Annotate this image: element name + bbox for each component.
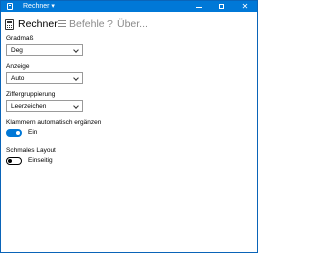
app-icon — [7, 3, 13, 10]
toggle-knob — [16, 131, 20, 135]
klammern-label: Klammern automatisch ergänzen — [6, 119, 102, 126]
klammern-toggle[interactable] — [6, 129, 22, 137]
ziffergruppierung-dropdown[interactable]: Leerzeichen — [6, 100, 83, 112]
nav-item-label: Befehle — [69, 18, 105, 30]
chevron-down-icon — [73, 75, 79, 81]
gradmass-dropdown[interactable]: Deg — [6, 44, 83, 56]
app-window: Rechner ▾ ✕ Rechner Befehle ? Über... Gr… — [0, 0, 258, 253]
maximize-button[interactable] — [211, 1, 233, 12]
nav-item-befehle[interactable]: Befehle — [58, 17, 105, 31]
minimize-button[interactable] — [188, 1, 210, 12]
nav-item-ueber[interactable]: ? Über... — [107, 17, 148, 31]
schmales-layout-toggle[interactable] — [6, 157, 22, 165]
ziffergruppierung-label: Ziffergruppierung — [6, 91, 56, 98]
anzeige-dropdown[interactable]: Auto — [6, 72, 83, 84]
ziffergruppierung-value: Leerzeichen — [11, 103, 47, 110]
minimize-icon — [196, 7, 202, 8]
klammern-state-label: Ein — [28, 129, 38, 136]
title-bar[interactable]: Rechner ▾ ✕ — [1, 1, 257, 12]
question-icon: ? — [107, 18, 113, 30]
close-button[interactable]: ✕ — [234, 1, 256, 12]
gradmass-value: Deg — [11, 47, 23, 54]
chevron-down-icon — [73, 103, 79, 109]
nav-item-rechner[interactable]: Rechner — [5, 17, 58, 31]
chevron-down-icon — [73, 47, 79, 53]
list-icon — [58, 20, 66, 27]
toggle-knob — [8, 159, 12, 163]
calculator-icon — [5, 19, 14, 30]
schmales-layout-label: Schmales Layout — [6, 147, 56, 154]
close-icon: ✕ — [241, 2, 249, 11]
nav-item-label: Rechner — [18, 18, 58, 30]
schmales-layout-state-label: Einseitig — [28, 157, 53, 164]
window-title[interactable]: Rechner ▾ — [23, 2, 55, 11]
anzeige-label: Anzeige — [6, 63, 30, 70]
anzeige-value: Auto — [11, 75, 25, 82]
maximize-icon — [219, 4, 224, 9]
gradmass-label: Gradmaß — [6, 35, 34, 42]
top-navigation: Rechner Befehle ? Über... — [1, 13, 257, 35]
nav-item-label: Über... — [117, 18, 148, 30]
